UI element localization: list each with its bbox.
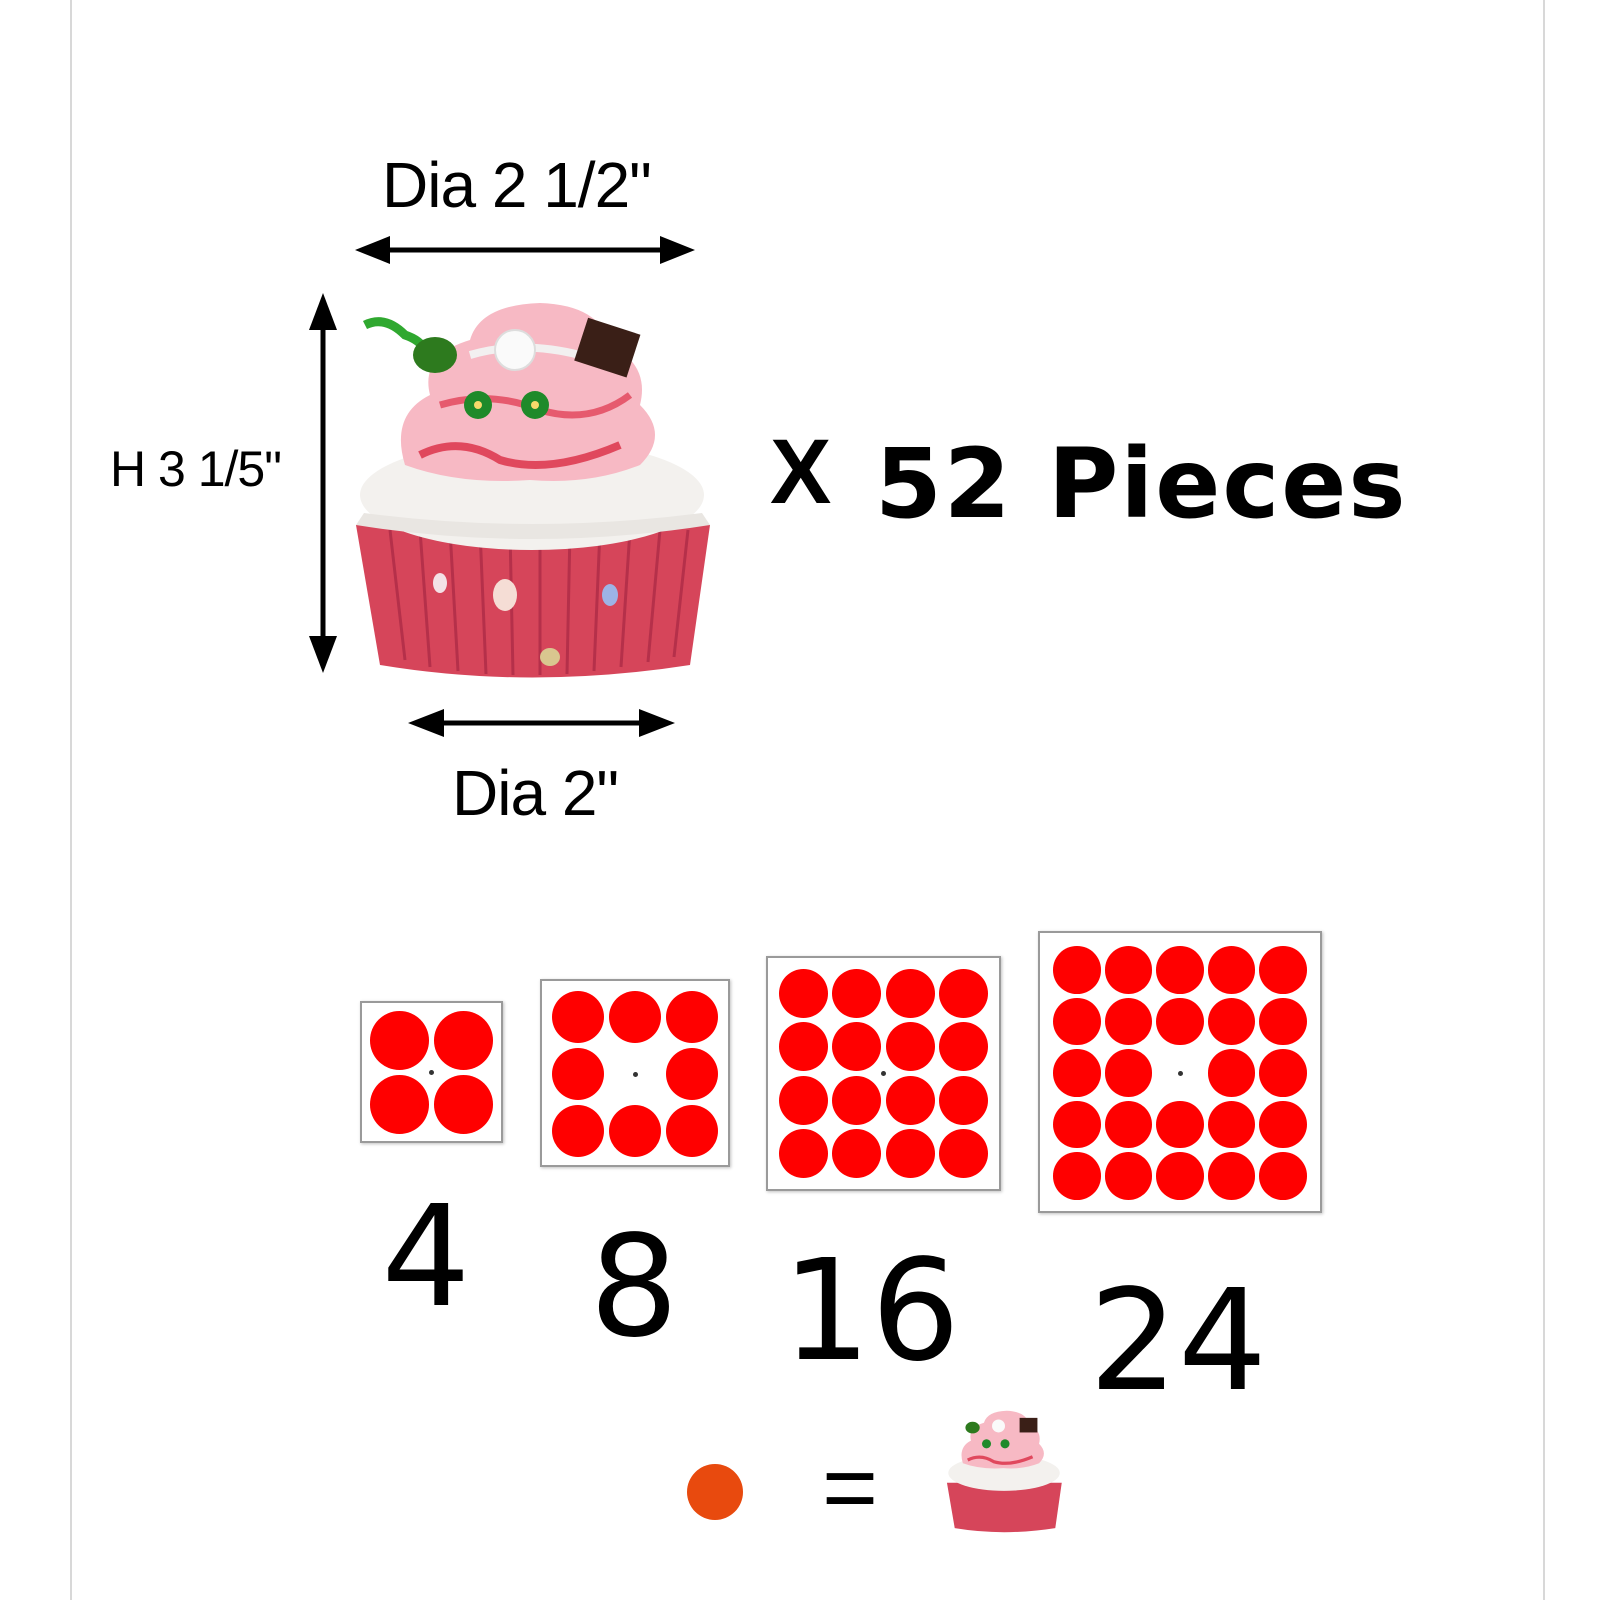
pack-4 — [360, 1001, 503, 1143]
pack-center-mark — [632, 1071, 638, 1077]
pack-dot — [1104, 1152, 1153, 1200]
cupcake-image — [356, 303, 710, 678]
pack-dot — [1104, 1100, 1153, 1149]
pack-dot — [779, 1022, 829, 1072]
pack-dot — [434, 1011, 493, 1070]
pack-dot — [1053, 946, 1101, 994]
pack-count-8: 8 — [589, 1206, 679, 1369]
multiplier-sign: X — [770, 421, 832, 523]
pack-dot — [938, 1128, 988, 1178]
pack-dot — [832, 969, 882, 1019]
pack-dot — [551, 1047, 605, 1101]
pack-dot — [1259, 946, 1307, 994]
pack-center-mark — [1177, 1070, 1183, 1076]
pack-dot — [1207, 1049, 1256, 1097]
pack-count-16: 16 — [781, 1230, 961, 1393]
pack-dot — [1207, 946, 1256, 994]
pack-dot — [1104, 1049, 1153, 1097]
pack-dot — [1259, 1152, 1307, 1200]
pack-dot — [885, 1022, 935, 1072]
pack-dot — [1053, 997, 1101, 1046]
pack-dot — [1207, 997, 1256, 1046]
pack-dot — [1053, 1049, 1101, 1097]
pack-dot — [370, 1075, 429, 1134]
pack-dot — [938, 1075, 988, 1125]
pack-count-4: 4 — [381, 1176, 471, 1339]
pack-dot — [1207, 1100, 1256, 1149]
pack-dot — [885, 969, 935, 1019]
pack-24 — [1038, 931, 1322, 1213]
pack-dot — [779, 969, 829, 1019]
pack-dot — [1156, 1152, 1204, 1200]
pack-dot — [779, 1075, 829, 1125]
pack-16 — [766, 956, 1001, 1191]
pack-dot — [434, 1075, 493, 1134]
pack-dot — [832, 1128, 882, 1178]
pack-dot — [551, 990, 605, 1044]
pack-dot — [1259, 1049, 1307, 1097]
pack-dot — [832, 1075, 882, 1125]
pack-dot — [370, 1011, 429, 1070]
pack-8 — [540, 979, 730, 1167]
pack-dot — [885, 1128, 935, 1178]
pack-center-mark — [429, 1070, 434, 1075]
pack-dot — [1156, 997, 1204, 1046]
pack-center-mark — [881, 1071, 886, 1076]
pack-dot — [665, 990, 719, 1044]
pack-dot — [1053, 1152, 1101, 1200]
pack-dot — [779, 1128, 829, 1178]
pack-dot — [832, 1022, 882, 1072]
pack-dot — [665, 1047, 719, 1101]
pack-dot — [938, 1022, 988, 1072]
pack-dot — [1207, 1152, 1256, 1200]
pack-dot — [665, 1104, 719, 1158]
pack-dot — [938, 969, 988, 1019]
pack-dot — [608, 1104, 662, 1158]
pack-dot — [885, 1075, 935, 1125]
legend-cupcake-image — [946, 1410, 1062, 1533]
pack-dot — [551, 1104, 605, 1158]
legend-equals: = — [822, 1434, 879, 1541]
pack-dot — [608, 990, 662, 1044]
pack-dot — [1156, 1100, 1204, 1149]
pack-dot — [1259, 1100, 1307, 1149]
pack-dot — [1156, 946, 1204, 994]
legend-dot — [687, 1464, 743, 1520]
pack-dot — [1104, 946, 1153, 994]
pack-dot — [1104, 997, 1153, 1046]
quantity-label: 52 Pieces — [875, 428, 1408, 540]
pack-dot — [1259, 997, 1307, 1046]
pack-dot — [1053, 1100, 1101, 1149]
pack-count-24: 24 — [1088, 1260, 1268, 1423]
